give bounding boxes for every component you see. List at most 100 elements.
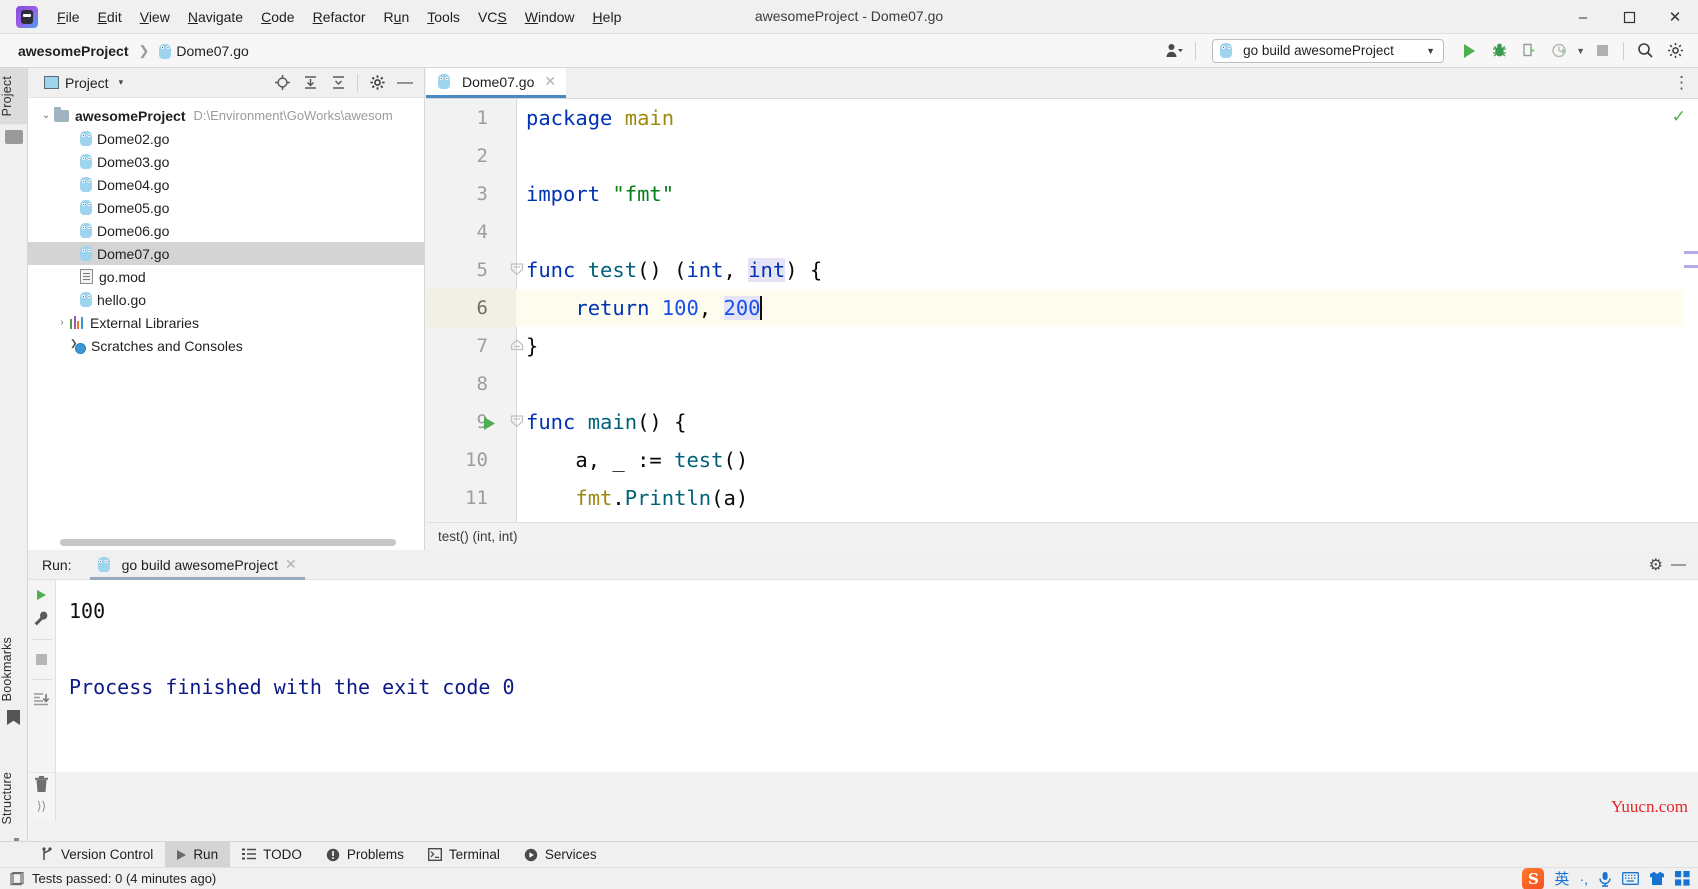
bottom-item-version-control[interactable]: Version Control — [28, 842, 165, 868]
breadcrumb-file[interactable]: Dome07.go — [155, 41, 252, 61]
sogou-icon[interactable]: S — [1522, 867, 1545, 889]
stop-button[interactable] — [1589, 38, 1615, 64]
search-everywhere-button[interactable] — [1632, 38, 1658, 64]
gutter-run-icon[interactable] — [482, 416, 497, 436]
code-line[interactable]: 5 func test() (int, int) { — [426, 251, 1698, 289]
bottom-tool-bar: Version Control Run TODO Problems Termin… — [0, 841, 1698, 868]
bottom-item-terminal[interactable]: Terminal — [416, 842, 512, 868]
gear-icon[interactable]: ⚙ — [1649, 555, 1663, 575]
editor-breadcrumb[interactable]: test() (int, int) — [426, 522, 1698, 550]
menu-view[interactable]: View — [131, 6, 179, 28]
project-horizontal-scrollbar[interactable] — [60, 539, 396, 546]
maximize-button[interactable] — [1606, 0, 1652, 34]
bottom-item-run[interactable]: Run — [165, 841, 231, 868]
menu-vcs[interactable]: VCS — [469, 6, 516, 28]
code-line[interactable]: 9 func main() { — [426, 403, 1698, 441]
minimize-button[interactable]: – — [1560, 0, 1606, 34]
run-tab-go-build[interactable]: go build awesomeProject ✕ — [89, 550, 305, 580]
project-settings-button[interactable] — [364, 70, 390, 96]
hide-icon[interactable]: — — [1671, 556, 1686, 573]
run-button[interactable] — [1456, 38, 1482, 64]
breadcrumb-project[interactable]: awesomeProject — [14, 41, 133, 61]
stop-icon[interactable] — [34, 652, 49, 667]
menu-run[interactable]: Run — [375, 6, 419, 28]
list-item[interactable]: Dome03.go — [28, 150, 424, 173]
sidebar-item-project[interactable]: Project — [0, 68, 27, 125]
language-indicator[interactable]: 英 — [1554, 868, 1569, 889]
chevron-down-icon[interactable]: ⌄ — [38, 110, 54, 121]
tree-node-root[interactable]: ⌄ awesomeProject D:\Environment\GoWorks\… — [28, 104, 424, 127]
list-item[interactable]: go.mod — [28, 265, 424, 288]
code-line[interactable]: 7} — [426, 327, 1698, 365]
fold-end-marker-icon[interactable] — [510, 338, 524, 352]
user-account-button[interactable] — [1161, 38, 1187, 64]
debug-button[interactable] — [1486, 38, 1512, 64]
code-line[interactable]: 6 return 100, 200 — [426, 289, 1698, 327]
code-line[interactable]: 8 — [426, 365, 1698, 403]
tree-node-external-libraries[interactable]: › External Libraries — [28, 311, 424, 334]
bottom-item-services[interactable]: Services — [512, 842, 609, 868]
mic-icon[interactable] — [1598, 871, 1612, 887]
pane-divider — [357, 73, 358, 92]
hide-pane-button[interactable]: — — [392, 70, 418, 96]
close-icon[interactable]: ✕ — [285, 556, 297, 573]
menu-code[interactable]: Code — [252, 6, 303, 28]
bottom-item-todo[interactable]: TODO — [230, 842, 314, 868]
apps-icon[interactable] — [1675, 871, 1690, 886]
close-icon[interactable]: ✕ — [544, 73, 556, 90]
list-item[interactable]: Dome02.go — [28, 127, 424, 150]
locate-file-button[interactable] — [269, 70, 295, 96]
tab-dome07-go[interactable]: Dome07.go ✕ — [426, 68, 567, 98]
run-with-coverage-button[interactable] — [1516, 38, 1542, 64]
expand-all-button[interactable] — [297, 70, 323, 96]
code-line[interactable]: 11 fmt.Println(a) — [426, 479, 1698, 517]
trash-icon[interactable] — [34, 776, 49, 793]
menu-window[interactable]: Window — [516, 6, 584, 28]
code-line[interactable]: 10 a, _ := test() — [426, 441, 1698, 479]
close-button[interactable]: ✕ — [1652, 0, 1698, 34]
inspection-ok-icon[interactable]: ✓ — [1672, 107, 1686, 127]
code-editor[interactable]: 1 package main 2 3 import "fmt" 4 5 func test()… — [426, 99, 1698, 522]
menu-tools[interactable]: Tools — [418, 6, 469, 28]
menu-refactor[interactable]: Refactor — [304, 6, 375, 28]
settings-button[interactable] — [1662, 38, 1688, 64]
menu-help[interactable]: Help — [584, 6, 631, 28]
rerun-icon[interactable] — [37, 590, 46, 600]
code-line[interactable]: 4 — [426, 213, 1698, 251]
list-item[interactable]: hello.go — [28, 288, 424, 311]
collapse-all-button[interactable] — [325, 70, 351, 96]
profiler-button[interactable] — [1546, 38, 1572, 64]
list-item[interactable]: Dome04.go — [28, 173, 424, 196]
console-output[interactable]: 100 Process finished with the exit code … — [57, 580, 1698, 772]
more-icon[interactable]: ⟩⟩ — [28, 799, 55, 813]
sidebar-item-bookmarks[interactable]: Bookmarks — [0, 629, 27, 709]
chevron-down-icon[interactable]: ▾ — [119, 77, 124, 88]
wrench-icon[interactable] — [33, 610, 50, 627]
sidebar-item-structure[interactable]: Structure — [0, 764, 27, 833]
tree-node-scratches[interactable]: ❯ Scratches and Consoles — [28, 334, 424, 357]
code-line[interactable]: 3 import "fmt" — [426, 175, 1698, 213]
run-tab-label: go build awesomeProject — [121, 556, 278, 573]
punctuation-mode-icon[interactable]: ·, — [1579, 871, 1588, 887]
go-file-icon — [80, 154, 92, 169]
code-line[interactable]: 1 package main — [426, 99, 1698, 137]
profiler-caret-icon[interactable]: ▼ — [1576, 46, 1585, 56]
skin-icon[interactable] — [1649, 871, 1665, 886]
scroll-to-end-icon[interactable] — [33, 692, 50, 708]
fold-marker-icon[interactable] — [510, 414, 524, 428]
keyboard-icon[interactable] — [1622, 872, 1639, 885]
error-stripe-marker-rail[interactable]: ✓ — [1672, 99, 1698, 522]
fold-marker-icon[interactable] — [510, 262, 524, 276]
code-line[interactable]: 2 — [426, 137, 1698, 175]
chevron-right-icon[interactable]: › — [54, 317, 70, 328]
list-item[interactable]: Dome06.go — [28, 219, 424, 242]
structure-tool-icon[interactable] — [4, 130, 23, 145]
bottom-item-problems[interactable]: Problems — [314, 842, 416, 868]
menu-edit[interactable]: Edit — [89, 6, 131, 28]
list-item[interactable]: Dome05.go — [28, 196, 424, 219]
more-icon[interactable]: ⋮ — [1673, 73, 1690, 93]
run-configuration-selector[interactable]: go build awesomeProject ▼ — [1212, 38, 1445, 63]
list-item-selected[interactable]: Dome07.go — [28, 242, 424, 265]
menu-file[interactable]: File — [48, 6, 89, 28]
menu-navigate[interactable]: Navigate — [179, 6, 252, 28]
